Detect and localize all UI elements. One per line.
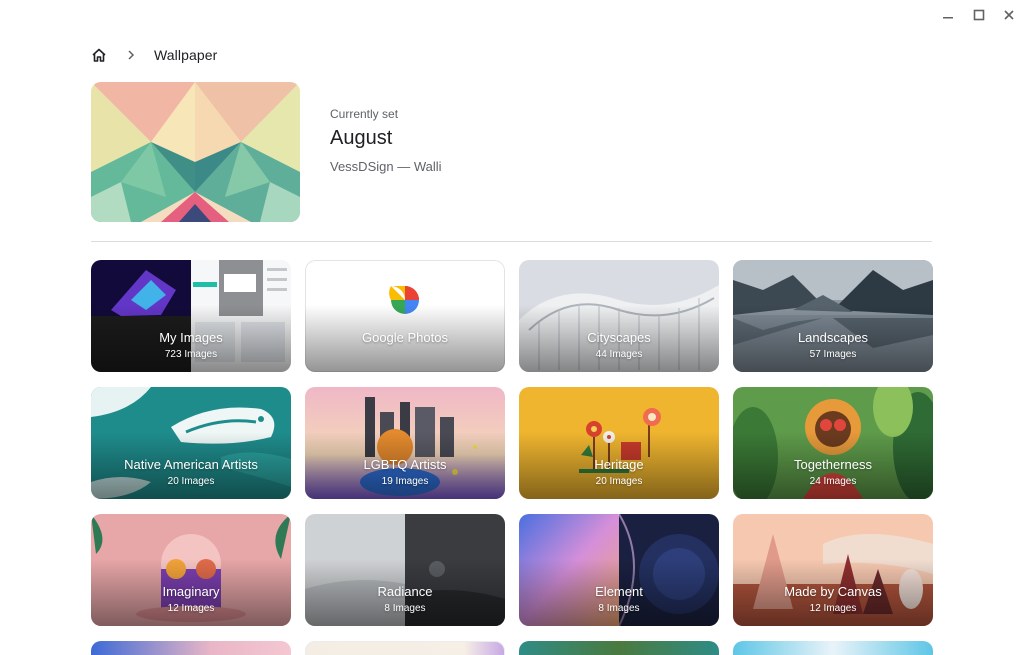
chevron-right-icon: [124, 48, 138, 62]
collection-title: LGBTQ Artists: [363, 457, 447, 472]
collection-title: Cityscapes: [587, 330, 651, 345]
collection-count: 723 Images: [164, 349, 218, 360]
collection-tile-radiance[interactable]: Radiance 8 Images: [305, 514, 505, 626]
collection-count: 8 Images: [598, 603, 640, 614]
collection-title: My Images: [159, 330, 223, 345]
collection-tile-heritage[interactable]: Heritage 20 Images: [519, 387, 719, 499]
collection-title: Google Photos: [361, 330, 448, 345]
maximize-icon: [973, 9, 985, 21]
current-wallpaper-preview[interactable]: [91, 82, 300, 222]
close-button[interactable]: [1000, 6, 1018, 24]
collection-tile-made-by-canvas[interactable]: Made by Canvas 12 Images: [733, 514, 933, 626]
collection-title: Element: [595, 584, 643, 599]
collection-count: 19 Images: [381, 476, 429, 487]
minimize-icon: [943, 17, 953, 19]
collection-tile-partial[interactable]: [519, 641, 719, 655]
collection-title: Radiance: [377, 584, 433, 599]
home-button[interactable]: [90, 46, 108, 64]
collection-title: Native American Artists: [124, 457, 258, 472]
collection-title: Heritage: [594, 457, 644, 472]
current-wallpaper-title: August: [330, 127, 393, 149]
collections-grid: My Images 723 Images Google Photos Citys…: [91, 260, 933, 655]
collection-count: 12 Images: [167, 603, 215, 614]
collection-count: 20 Images: [595, 476, 643, 487]
collection-title: Landscapes: [797, 330, 869, 345]
close-icon: [1004, 10, 1014, 20]
current-wallpaper-artist: VessDSign — Walli: [330, 159, 442, 174]
collection-tile-partial[interactable]: [733, 641, 933, 655]
home-icon: [92, 48, 106, 62]
collection-count: 8 Images: [384, 603, 426, 614]
collection-tile-lgbtq-artists[interactable]: LGBTQ Artists 19 Images: [305, 387, 505, 499]
collection-tile-my-images[interactable]: My Images 723 Images: [91, 260, 291, 372]
collection-count: 12 Images: [809, 603, 857, 614]
collection-tile-togetherness[interactable]: Togetherness 24 Images: [733, 387, 933, 499]
breadcrumb: Wallpaper: [90, 45, 217, 65]
breadcrumb-current: Wallpaper: [154, 47, 218, 63]
collection-title: Imaginary: [162, 584, 220, 599]
divider: [91, 241, 932, 242]
collection-tile-element[interactable]: Element 8 Images: [519, 514, 719, 626]
current-wallpaper-info: Currently set August VessDSign — Walli: [330, 107, 442, 174]
currently-set-label: Currently set: [330, 107, 399, 121]
collection-tile-landscapes[interactable]: Landscapes 57 Images: [733, 260, 933, 372]
collection-count: 44 Images: [595, 349, 643, 360]
collection-count: 57 Images: [809, 349, 857, 360]
collection-tile-cityscapes[interactable]: Cityscapes 44 Images: [519, 260, 719, 372]
collection-tile-partial[interactable]: [91, 641, 291, 655]
maximize-button[interactable]: [970, 6, 988, 24]
collection-tile-google-photos[interactable]: Google Photos: [305, 260, 505, 372]
minimize-button[interactable]: [939, 6, 957, 24]
wallpaper-app-window: Wallpaper Currently set August VessDSign…: [0, 0, 1024, 655]
collection-tile-native-american-artists[interactable]: Native American Artists 20 Images: [91, 387, 291, 499]
collection-count: 24 Images: [809, 476, 857, 487]
collection-count: 20 Images: [167, 476, 215, 487]
collection-title: Made by Canvas: [784, 584, 882, 599]
collection-tile-imaginary[interactable]: Imaginary 12 Images: [91, 514, 291, 626]
collection-title: Togetherness: [793, 457, 873, 472]
collection-tile-partial[interactable]: [305, 641, 505, 655]
